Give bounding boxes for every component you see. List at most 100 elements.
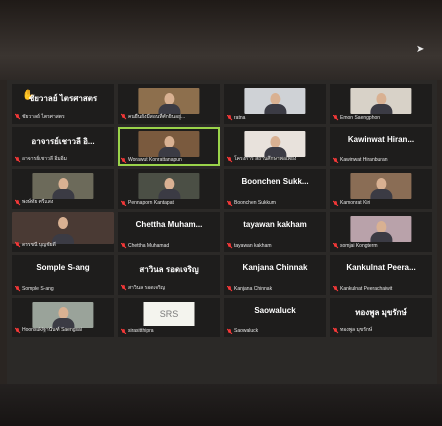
- caption-text: Worawut Konrattanapun: [128, 157, 182, 164]
- participant-tile[interactable]: Hoonsuk/ฐานันฑ์ Saengsai: [12, 297, 114, 338]
- caption-text: Emon Saengphon: [340, 114, 381, 121]
- caption-text: tayawan kakham: [234, 242, 272, 249]
- participant-display-name: Saowaluck: [254, 305, 296, 315]
- participant-display-name: ชัยวาลย์ ไตรศาสตร: [28, 94, 98, 103]
- participant-name-caption: Kanjana Chinnak: [227, 286, 323, 292]
- caption-text: สาวินล รอดเจริญ: [128, 284, 166, 291]
- participant-video: [32, 173, 94, 200]
- participant-name-caption: tayawan kakham: [227, 243, 323, 249]
- participant-name-caption: โครงการ สถานศึกษาพอเพียง: [227, 155, 323, 163]
- participant-body: [158, 189, 180, 200]
- participant-name-caption: อาจารย์เชาวลี อิ่มอิ่ม: [15, 155, 111, 163]
- participant-tile[interactable]: Worawut Konrattanapun: [118, 126, 220, 167]
- participant-tile[interactable]: Saowaluck Saowaluck: [224, 297, 326, 338]
- participant-tile[interactable]: Somple S-ang Somple S-ang: [12, 254, 114, 295]
- participant-name-caption: Hoonsuk/ฐานันฑ์ Saengsai: [15, 326, 111, 334]
- participant-tile[interactable]: Kamonrat Kiri: [330, 169, 432, 210]
- muted-mic-icon: [15, 242, 20, 247]
- participant-tile[interactable]: ✋ ชัยวาลย์ ไตรศาสตร ชัยวาลย์ ไตรศาสตร: [12, 84, 114, 124]
- mouse-cursor-icon: ➤: [416, 44, 425, 55]
- participant-name-caption: Chettha Muhamad: [121, 243, 217, 249]
- participant-name-caption: คนยืนยังมีสอนที่ศักยินอยู่...: [121, 113, 217, 121]
- participant-display-name: Kankulnat Peera...: [346, 262, 416, 272]
- muted-mic-icon: [121, 243, 126, 248]
- participant-display-name: Kanjana Chinnak: [242, 262, 308, 272]
- participant-name-caption: somjai Kongterm: [333, 243, 429, 249]
- muted-mic-icon: [227, 115, 232, 120]
- participant-tile[interactable]: ดรรชนี บุญชัยดี: [12, 212, 114, 252]
- participant-body: [158, 146, 180, 157]
- participant-tile[interactable]: สาวินล รอดเจริญ สาวินล รอดเจริญ: [118, 254, 220, 295]
- participant-name-caption: Boonchen Sukkum: [227, 200, 323, 206]
- caption-text: somjai Kongterm: [340, 242, 378, 249]
- participant-face: [58, 217, 68, 230]
- participant-tile[interactable]: Emon Saengphon: [330, 84, 432, 124]
- muted-mic-icon: [15, 156, 20, 162]
- caption-text: Boonchen Sukkum: [234, 200, 276, 207]
- caption-text: Pennaporn Kantapat: [128, 200, 174, 207]
- monitor-bezel-bottom: [0, 384, 442, 426]
- caption-text: พงษ์ทัย ศรีแสง: [22, 199, 54, 206]
- participant-name-caption: สาวินล รอดเจริญ: [121, 284, 217, 292]
- participant-tile[interactable]: Chettha Muham... Chettha Muhamad: [118, 212, 220, 252]
- muted-mic-icon: [121, 285, 126, 290]
- participant-tile[interactable]: tayawan kakham tayawan kakham: [224, 212, 326, 252]
- participant-body: [264, 104, 286, 114]
- muted-mic-icon: [333, 200, 338, 206]
- participant-video: [138, 130, 200, 157]
- muted-mic-icon: [227, 286, 232, 291]
- participant-display-name: สาวินล รอดเจริญ: [139, 264, 199, 274]
- caption-text: อาจารย์เชาวลี อิ่มอิ่ม: [22, 156, 67, 163]
- caption-text: ดรรชนี บุญชัยดี: [22, 241, 56, 248]
- participant-tile[interactable]: Kawinwat Hiran... Kawinwat Hiranburan: [330, 126, 432, 167]
- participant-tile[interactable]: คนยืนยังมีสอนที่ศักยินอยู่...: [118, 84, 220, 124]
- participant-tile[interactable]: ratna: [224, 84, 326, 124]
- participant-body: [370, 232, 392, 243]
- participant-display-name: Kawinwat Hiran...: [347, 134, 415, 144]
- participant-display-name: อาจารย์เชาวลี อิ...: [31, 136, 95, 146]
- participant-tile[interactable]: Boonchen Sukk... Boonchen Sukkum: [224, 169, 326, 210]
- participant-body: [370, 189, 392, 200]
- muted-mic-icon: [333, 243, 338, 248]
- caption-text: Kamonrat Kiri: [340, 200, 371, 207]
- monitor-bezel-top: [0, 0, 442, 80]
- caption-text: Somple S-ang: [22, 285, 54, 292]
- participant-name-caption: ratna: [227, 115, 323, 121]
- participant-tile[interactable]: ทองพูล มุขรักษ์ ทองพูล มุขรักษ์: [330, 297, 432, 338]
- participant-name-caption: Somple S-ang: [15, 286, 111, 292]
- participant-name-caption: Kawinwat Hiranburan: [333, 157, 429, 163]
- participant-name-caption: ดรรชนี บุญชัยดี: [15, 241, 111, 249]
- participant-tile[interactable]: Pennaporn Kantapat: [118, 169, 220, 210]
- participant-name-caption: Emon Saengphon: [333, 115, 429, 121]
- muted-mic-icon: [121, 200, 126, 206]
- srs-logo: SRS: [143, 301, 195, 326]
- muted-mic-icon: [15, 199, 20, 205]
- participant-video: [12, 212, 114, 245]
- participant-name-caption: Worawut Konrattanapun: [121, 157, 217, 163]
- participant-tile[interactable]: Kanjana Chinnak Kanjana Chinnak: [224, 254, 326, 295]
- participant-tile[interactable]: SRS sirasitthipra: [118, 297, 220, 338]
- participant-name-caption: Kamonrat Kiri: [333, 200, 429, 206]
- muted-mic-icon: [15, 286, 20, 291]
- participant-tile[interactable]: โครงการ สถานศึกษาพอเพียง: [224, 126, 326, 167]
- muted-mic-icon: [121, 157, 126, 163]
- participant-name-caption: sirasitthipra: [121, 328, 217, 334]
- participant-video: [32, 301, 94, 328]
- participant-tile[interactable]: อาจารย์เชาวลี อิ... อาจารย์เชาวลี อิ่มอิ่…: [12, 126, 114, 167]
- participant-name-caption: Saowaluck: [227, 328, 323, 334]
- caption-text: Chettha Muhamad: [128, 242, 170, 249]
- caption-text: ชัยวาลย์ ไตรศาสตร: [22, 113, 65, 120]
- participant-name-caption: ชัยวาลย์ ไตรศาสตร: [15, 113, 111, 121]
- participant-gallery-grid: ✋ ชัยวาลย์ ไตรศาสตร ชัยวาลย์ ไตรศาสตร คนยืน…: [12, 84, 432, 380]
- participant-tile[interactable]: somjai Kongterm: [330, 212, 432, 252]
- participant-tile[interactable]: พงษ์ทัย ศรีแสง: [12, 169, 114, 210]
- caption-text: โครงการ สถานศึกษาพอเพียง: [234, 156, 297, 163]
- caption-text: Hoonsuk/ฐานันฑ์ Saengsai: [22, 327, 82, 334]
- participant-tile[interactable]: Kankulnat Peera... Kankulnat Peerachaiwit: [330, 254, 432, 295]
- participant-name-caption: พงษ์ทัย ศรีแสง: [15, 198, 111, 206]
- caption-text: ทองพูล มุขรักษ์: [340, 327, 373, 334]
- caption-text: Kanjana Chinnak: [234, 285, 273, 292]
- muted-mic-icon: [227, 243, 232, 248]
- muted-mic-icon: [121, 114, 126, 119]
- participant-video: [350, 88, 412, 114]
